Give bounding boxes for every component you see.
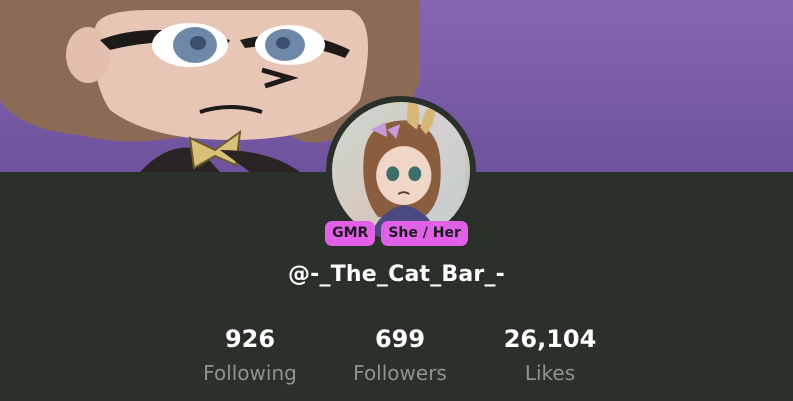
pronouns-badge: She / Her xyxy=(381,221,468,246)
tag-badge: GMR xyxy=(325,221,376,246)
followers-label: Followers xyxy=(353,361,447,385)
profile-tags: GMR She / Her xyxy=(0,221,793,246)
followers-count: 699 xyxy=(374,325,426,353)
likes-count: 26,104 xyxy=(503,325,597,353)
likes-label: Likes xyxy=(524,361,576,385)
stat-likes: 26,104 Likes xyxy=(475,323,625,388)
stat-following[interactable]: 926 Following xyxy=(175,323,325,388)
username: @-_The_Cat_Bar_- xyxy=(287,262,506,287)
stat-followers[interactable]: 699 Followers xyxy=(325,323,475,388)
following-label: Following xyxy=(203,361,297,385)
following-count: 926 xyxy=(224,325,276,353)
